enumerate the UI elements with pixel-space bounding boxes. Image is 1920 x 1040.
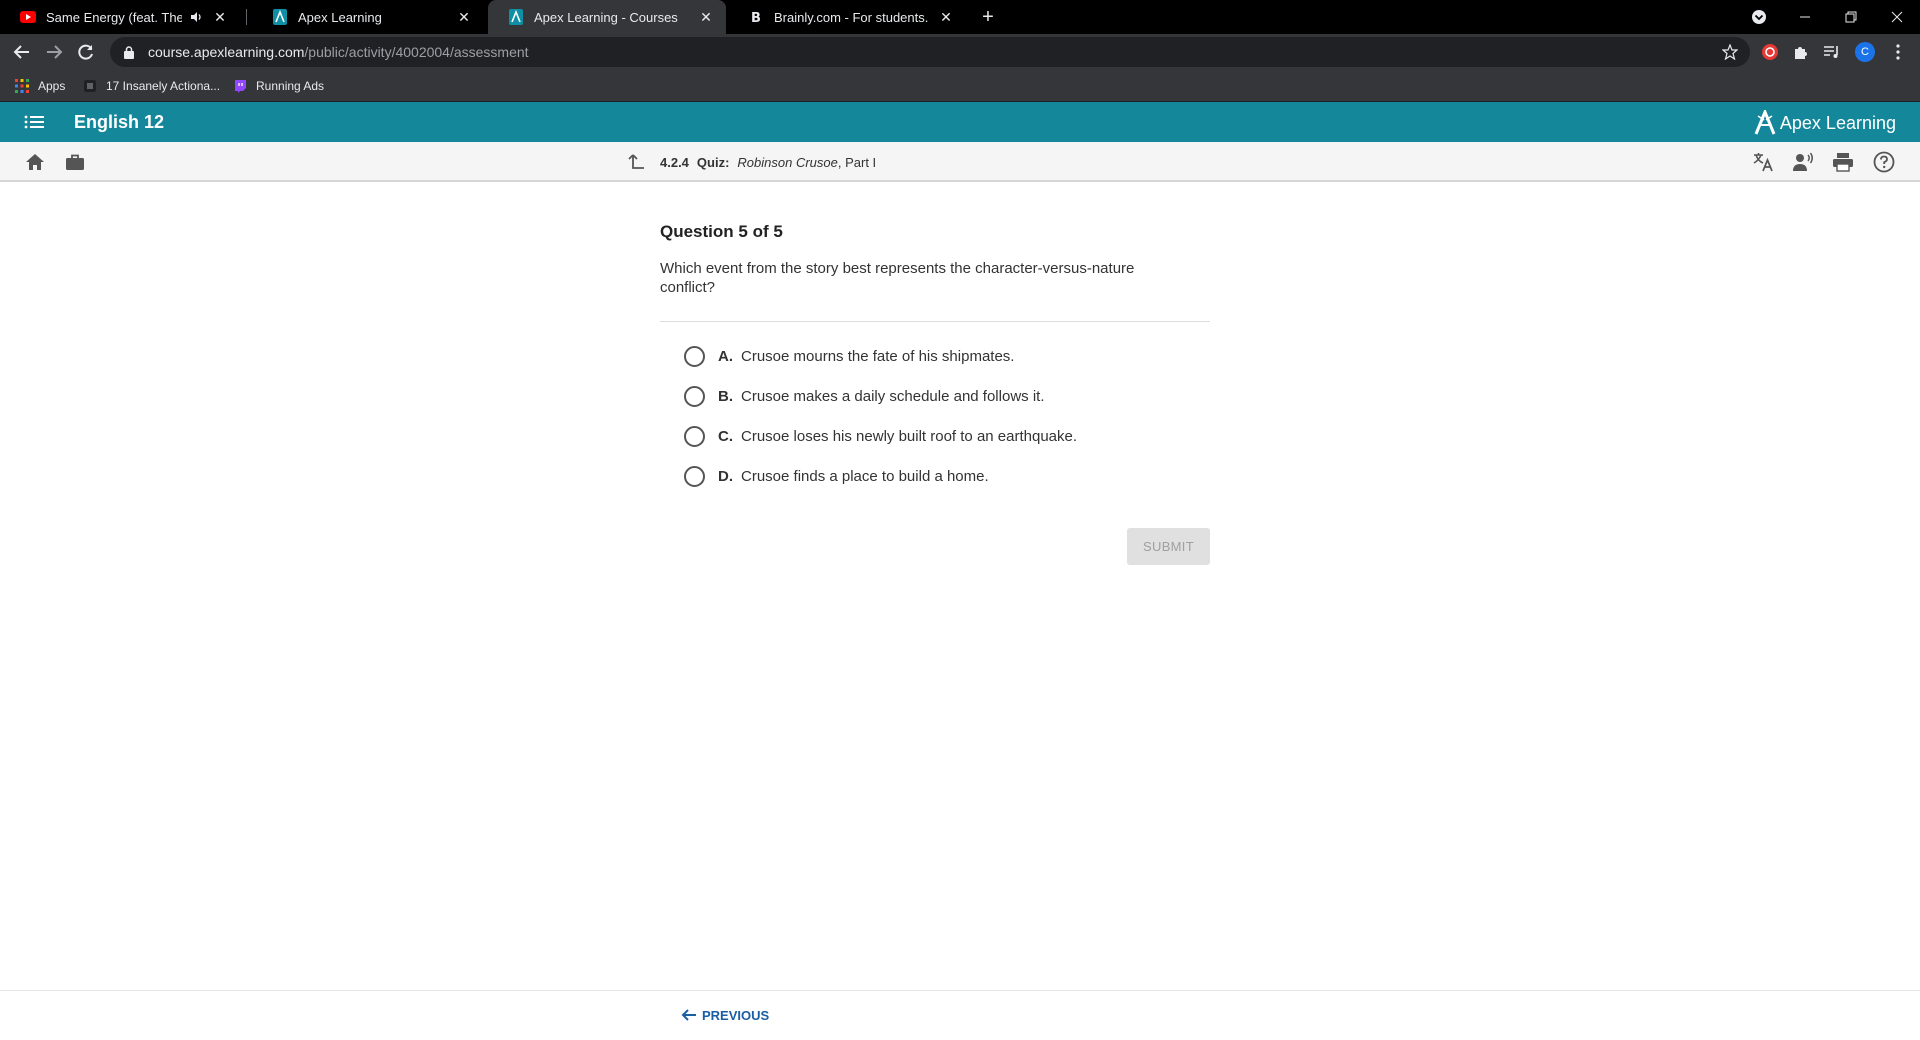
briefcase-icon[interactable]	[64, 151, 86, 173]
previous-button[interactable]: PREVIOUS	[680, 1003, 769, 1027]
option-letter: D.	[718, 467, 733, 485]
activity-footer: PREVIOUS	[0, 990, 1920, 1040]
answer-option-a[interactable]: A. Crusoe mourns the fate of his shipmat…	[660, 336, 1210, 376]
course-title: English 12	[74, 112, 165, 132]
option-text: Crusoe makes a daily schedule and follow…	[741, 387, 1045, 405]
option-text: Crusoe mourns the fate of his shipmates.	[741, 347, 1015, 365]
option-letter: A.	[718, 347, 733, 365]
submit-button[interactable]: SUBMIT	[1127, 528, 1210, 565]
bookmark-item[interactable]: 17 Insanely Actiona...	[82, 70, 220, 102]
browser-tab[interactable]: B Brainly.com - For students. By stu ✕	[728, 0, 966, 34]
tab-title: Brainly.com - For students. By stu	[774, 9, 930, 25]
brand-name: Apex Learning	[1779, 112, 1896, 133]
bookmark-label: 17 Insanely Actiona...	[106, 79, 221, 93]
twitch-icon	[232, 78, 248, 94]
media-queue-icon[interactable]	[1822, 42, 1842, 62]
apex-logo-icon	[1754, 108, 1776, 136]
browser-menu-icon[interactable]	[1888, 42, 1908, 62]
tab-search-icon[interactable]	[1736, 0, 1782, 34]
apex-icon	[272, 9, 288, 25]
activity-part: , Part I	[837, 154, 877, 170]
question-header: Question 5 of 5	[660, 222, 783, 241]
profile-avatar[interactable]: C	[1855, 42, 1875, 62]
new-tab-button[interactable]: +	[976, 5, 1000, 29]
up-level-icon[interactable]	[626, 152, 646, 172]
apex-learning-logo: Apex Learning	[1754, 108, 1896, 136]
close-tab-icon[interactable]: ✕	[456, 9, 472, 25]
tab-separator	[246, 9, 247, 25]
help-icon[interactable]	[1873, 151, 1895, 173]
breadcrumb: 4.2.4 Quiz: Robinson Crusoe, Part I	[626, 142, 876, 182]
question-panel: Question 5 of 5 Which event from the sto…	[660, 222, 1210, 496]
option-letter: B.	[718, 387, 733, 405]
speaker-icon[interactable]	[188, 9, 204, 25]
divider	[660, 321, 1210, 322]
bookmark-item[interactable]: Running Ads	[232, 70, 324, 102]
minimize-icon[interactable]	[1782, 0, 1828, 34]
tab-title: Same Energy (feat. The Kid L	[46, 9, 182, 25]
address-bar[interactable]: course.apexlearning.com/public/activity/…	[110, 37, 1750, 67]
translate-icon[interactable]	[1752, 151, 1774, 173]
brainly-icon: B	[748, 9, 764, 25]
answer-option-b[interactable]: B. Crusoe makes a daily schedule and fol…	[660, 376, 1210, 416]
menu-icon[interactable]	[24, 112, 48, 132]
tab-title: Apex Learning - Courses	[534, 9, 678, 25]
option-letter: C.	[718, 427, 733, 445]
close-tab-icon[interactable]: ✕	[938, 9, 954, 25]
course-header: English 12 Apex Learning	[0, 102, 1920, 142]
forward-icon[interactable]	[42, 40, 66, 64]
answer-options: A. Crusoe mourns the fate of his shipmat…	[660, 336, 1210, 496]
close-window-icon[interactable]	[1874, 0, 1920, 34]
browser-tab-bar: Same Energy (feat. The Kid L ✕ Apex Lear…	[0, 0, 1920, 34]
browser-tab[interactable]: Apex Learning ✕	[252, 0, 484, 34]
extension-red-icon[interactable]	[1760, 42, 1780, 62]
home-icon[interactable]	[24, 151, 46, 173]
bookmark-page-icon	[82, 78, 98, 94]
browser-toolbar: course.apexlearning.com/public/activity/…	[0, 34, 1920, 70]
text-to-speech-icon[interactable]	[1792, 151, 1814, 173]
apex-icon	[508, 9, 524, 25]
apps-grid-icon	[14, 78, 30, 94]
previous-label: PREVIOUS	[702, 1007, 770, 1023]
radio-button[interactable]	[684, 425, 705, 447]
close-tab-icon[interactable]: ✕	[698, 9, 714, 25]
browser-tab[interactable]: Same Energy (feat. The Kid L ✕	[0, 0, 240, 34]
bookmark-label: Running Ads	[256, 79, 325, 93]
svg-text:B: B	[751, 11, 761, 24]
arrow-left-icon	[680, 1006, 698, 1024]
back-icon[interactable]	[10, 40, 34, 64]
answer-option-c[interactable]: C. Crusoe loses his newly built roof to …	[660, 416, 1210, 456]
radio-button[interactable]	[684, 465, 705, 487]
radio-button[interactable]	[684, 385, 705, 407]
radio-button[interactable]	[684, 345, 705, 367]
activity-kind: Quiz:	[696, 154, 730, 170]
url-host: course.apexlearning.com	[148, 44, 305, 60]
activity-toolbar: 4.2.4 Quiz: Robinson Crusoe, Part I	[0, 142, 1920, 182]
browser-tab-active[interactable]: Apex Learning - Courses ✕	[488, 0, 726, 34]
bookmark-apps[interactable]: Apps	[14, 70, 65, 102]
bookmarks-bar: Apps 17 Insanely Actiona... Running Ads	[0, 70, 1920, 102]
youtube-icon	[20, 9, 36, 25]
activity-work-title: Robinson Crusoe	[737, 154, 838, 170]
bookmark-label: Apps	[38, 79, 66, 93]
lock-icon[interactable]	[122, 45, 136, 59]
question-text: Which event from the story best represen…	[660, 260, 1135, 296]
bookmark-star-icon[interactable]	[1721, 43, 1739, 61]
option-text: Crusoe loses his newly built roof to an …	[741, 427, 1078, 445]
profile-initial: C	[1861, 46, 1869, 58]
extensions-puzzle-icon[interactable]	[1791, 42, 1811, 62]
reload-icon[interactable]	[74, 40, 98, 64]
url-path: /public/activity/4002004/assessment	[304, 44, 529, 60]
tab-title: Apex Learning	[298, 9, 382, 25]
print-icon[interactable]	[1832, 151, 1854, 173]
answer-option-d[interactable]: D. Crusoe finds a place to build a home.	[660, 456, 1210, 496]
activity-number: 4.2.4	[660, 154, 689, 170]
restore-icon[interactable]	[1828, 0, 1874, 34]
option-text: Crusoe finds a place to build a home.	[741, 467, 989, 485]
close-tab-icon[interactable]: ✕	[212, 9, 228, 25]
